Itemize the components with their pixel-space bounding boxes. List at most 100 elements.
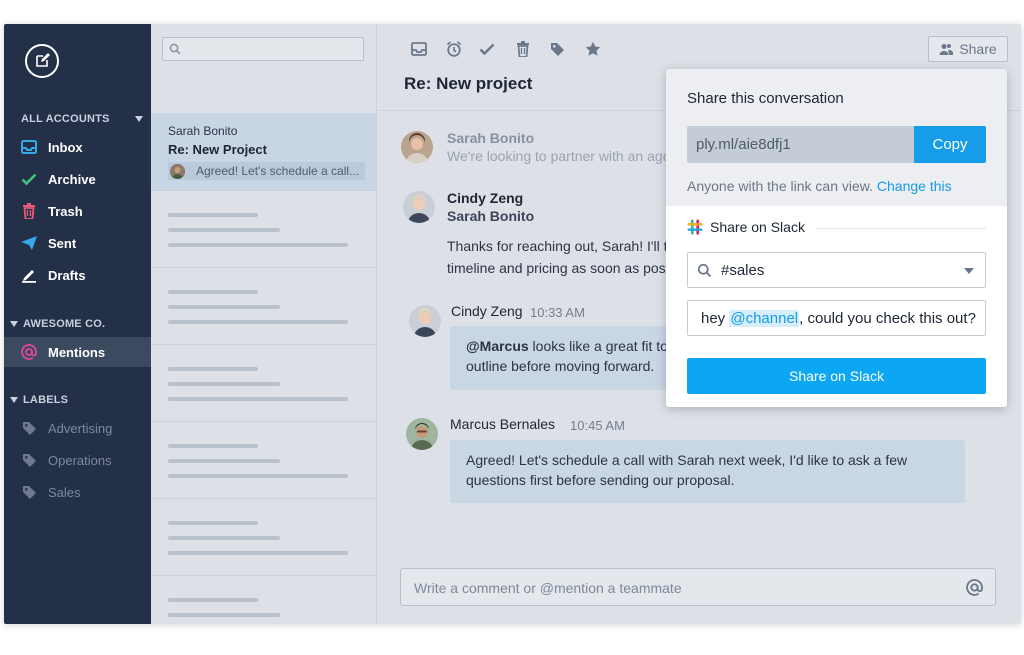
sidebar-item-drafts[interactable]: Drafts [4, 260, 151, 290]
sidebar-item-label: Inbox [48, 139, 83, 155]
trash-icon[interactable] [514, 40, 532, 58]
tag-icon [20, 483, 38, 501]
share-button[interactable]: Share [928, 36, 1008, 62]
share-note: Anyone with the link can view. Change th… [687, 178, 952, 194]
check-icon[interactable] [478, 40, 496, 58]
comment-author: Cindy Zeng [451, 303, 523, 319]
slack-message-field[interactable]: hey @channel, could you check this out? [687, 300, 986, 336]
slack-header-label: Share on Slack [710, 219, 805, 235]
sidebar: ALL ACCOUNTS Inbox Archive Trash Sent Dr… [4, 24, 151, 624]
sidebar-item-label: Archive [48, 171, 96, 187]
section-labels[interactable]: LABELS [4, 391, 151, 409]
search-input[interactable] [185, 40, 355, 58]
copy-button[interactable]: Copy [914, 126, 986, 163]
section-awesome-co[interactable]: AWESOME CO. [4, 315, 151, 333]
placeholder-line [168, 521, 258, 525]
conversation-item-placeholder[interactable] [151, 190, 376, 267]
conversation-subject: Re: New Project [168, 142, 267, 157]
avatar [406, 418, 438, 450]
placeholder-line [168, 367, 258, 371]
mention-chip: @channel [729, 309, 800, 327]
tag-icon [20, 419, 38, 437]
alarm-clock-icon[interactable] [445, 40, 463, 58]
sidebar-item-operations[interactable]: Operations [4, 445, 151, 475]
at-icon [20, 343, 38, 361]
slack-icon [687, 219, 703, 235]
sidebar-item-label: Trash [48, 203, 83, 219]
slack-channel-select[interactable]: #sales [687, 252, 986, 288]
tag-icon [20, 451, 38, 469]
conversation-item-placeholder[interactable] [151, 267, 376, 344]
comment-text: looks like a great fit to [528, 338, 668, 354]
section-labels-label: LABELS [23, 394, 69, 406]
tag-icon[interactable] [548, 40, 566, 58]
conversation-item-placeholder[interactable] [151, 498, 376, 575]
conversation-item-placeholder[interactable] [151, 344, 376, 421]
sidebar-item-inbox[interactable]: Inbox [4, 132, 151, 162]
placeholder-line [168, 551, 348, 555]
sidebar-item-advertising[interactable]: Advertising [4, 413, 151, 443]
conversation-from: Sarah Bonito [168, 124, 238, 138]
conversation-item-placeholder[interactable] [151, 421, 376, 498]
comment-box [400, 568, 996, 606]
trash-icon [20, 202, 38, 220]
sidebar-item-label: Sales [48, 484, 81, 500]
inbox-icon [20, 138, 38, 156]
placeholder-line [168, 613, 280, 617]
search-icon [697, 263, 712, 278]
section-all-accounts-label: ALL ACCOUNTS [21, 113, 110, 125]
compose-button[interactable] [25, 44, 59, 78]
placeholder-line [168, 598, 258, 602]
divider [816, 228, 986, 229]
sidebar-item-archive[interactable]: Archive [4, 164, 151, 194]
comment-time: 10:33 AM [530, 305, 585, 320]
slack-message-text: , could you check this out? [799, 309, 976, 327]
share-on-slack-button[interactable]: Share on Slack [687, 358, 986, 394]
sidebar-item-label: Mentions [48, 344, 106, 360]
change-permission-link[interactable]: Change this [877, 178, 952, 194]
slack-message-text: hey [701, 309, 730, 327]
share-link-field[interactable]: ply.ml/aie8dfj1 [687, 126, 915, 163]
conversation-item-selected[interactable]: Sarah Bonito Re: New Project Agreed! Let… [151, 113, 376, 190]
placeholder-line [168, 444, 258, 448]
message-body-line: Thanks for reaching out, Sarah! I'll ta [447, 238, 676, 254]
placeholder-line [168, 474, 348, 478]
sidebar-item-trash[interactable]: Trash [4, 196, 151, 226]
comment-bubble: @Marcus looks like a great fit to outlin… [450, 326, 672, 390]
message-sender: Sarah Bonito [447, 130, 535, 146]
inbox-icon[interactable] [410, 40, 428, 58]
message-sender: Cindy Zeng [447, 190, 524, 206]
check-icon [20, 170, 38, 188]
pencil-icon [20, 266, 38, 284]
placeholder-line [168, 305, 280, 309]
comment-time: 10:45 AM [570, 418, 625, 433]
at-mention-icon[interactable] [966, 579, 983, 596]
sidebar-item-mentions[interactable]: Mentions [4, 337, 151, 367]
placeholder-line [168, 459, 280, 463]
comment-input[interactable] [414, 578, 954, 598]
placeholder-line [168, 536, 280, 540]
section-all-accounts[interactable]: ALL ACCOUNTS [4, 110, 151, 128]
avatar [403, 191, 435, 223]
comment-text: outline before moving forward. [466, 358, 655, 374]
conversation-item-placeholder[interactable] [151, 575, 376, 624]
placeholder-line [168, 243, 348, 247]
conversation-title: Re: New project [404, 74, 533, 93]
star-icon[interactable] [584, 40, 602, 58]
chevron-down-icon [135, 116, 143, 122]
sidebar-item-sent[interactable]: Sent [4, 228, 151, 258]
avatar [401, 131, 433, 163]
compose-icon [34, 53, 50, 69]
section-awesome-co-label: AWESOME CO. [23, 318, 106, 330]
paper-plane-icon [20, 234, 38, 252]
conversation-preview: Agreed! Let's schedule a call... [168, 162, 365, 180]
comment-text: questions first before sending our propo… [466, 472, 735, 488]
sidebar-item-sales[interactable]: Sales [4, 477, 151, 507]
mention[interactable]: @Marcus [466, 338, 529, 354]
share-note-text: Anyone with the link can view. [687, 178, 877, 194]
conversation-list: Sarah Bonito Re: New Project Agreed! Let… [151, 24, 377, 624]
avatar [170, 164, 185, 179]
chevron-down-icon [10, 321, 18, 327]
conversation-preview-text: Agreed! Let's schedule a call... [196, 164, 360, 178]
chevron-down-icon [10, 397, 18, 403]
